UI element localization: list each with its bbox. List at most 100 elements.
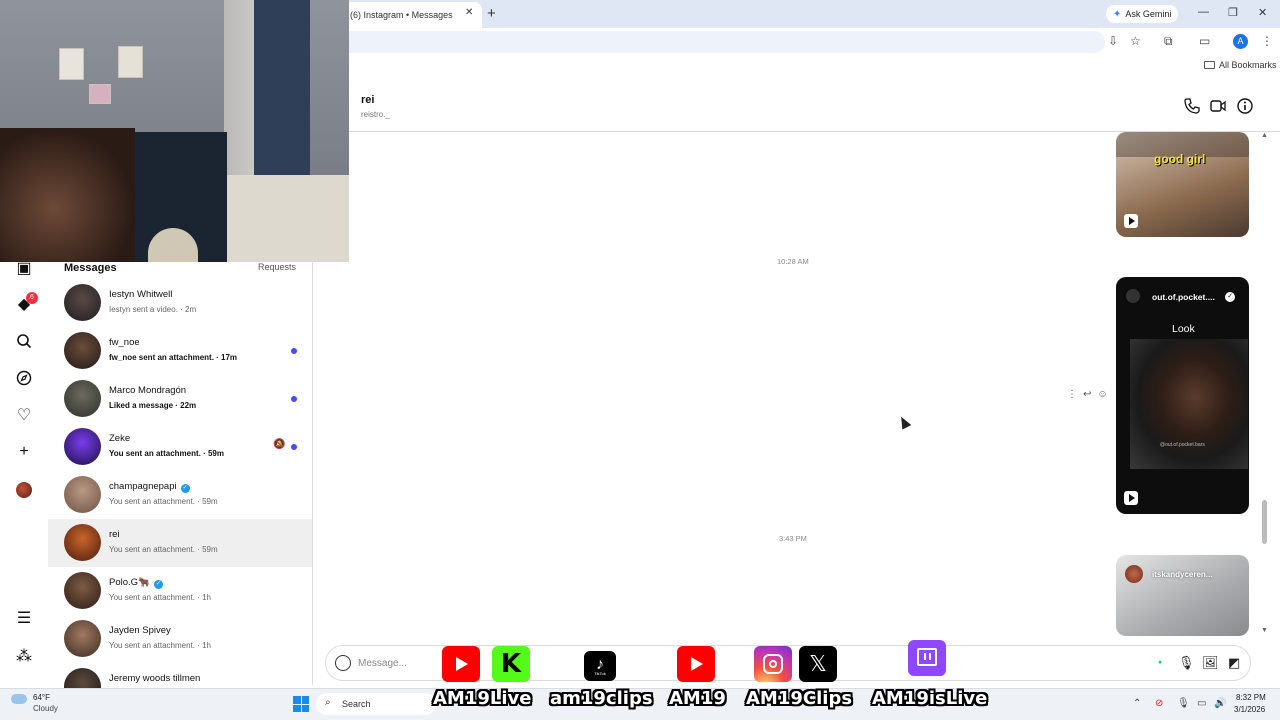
webcam-overlay xyxy=(0,0,349,262)
chat-scroll-thumb[interactable] xyxy=(1262,500,1267,544)
profile-avatar[interactable]: A xyxy=(1233,34,1248,49)
requests-link[interactable]: Requests xyxy=(258,262,296,272)
shared-reel-out-of-pocket[interactable]: out.of.pocket.... ✓ Look @out.of.pocket.… xyxy=(1116,277,1249,514)
weather-temperature[interactable]: 64°F xyxy=(33,693,50,702)
thread-item[interactable]: Polo.G🐂 ✓ You sent an attachment. · 1h xyxy=(48,567,312,615)
reel-watermark: @out.of.pocket.bars xyxy=(1160,442,1205,448)
search-icon[interactable] xyxy=(14,331,34,351)
unread-dot xyxy=(291,444,297,450)
all-bookmarks-button[interactable]: All Bookmarks xyxy=(1204,60,1277,70)
emoji-picker-icon[interactable] xyxy=(335,655,351,671)
thread-item[interactable]: Iestyn Whitwell Iestyn sent a video. · 2… xyxy=(48,279,312,327)
show-hidden-icons-icon[interactable]: ⌃ xyxy=(1133,698,1141,709)
minimize-icon[interactable]: — xyxy=(1198,6,1209,18)
security-icon[interactable]: ⊘ xyxy=(1155,698,1163,709)
install-app-icon[interactable]: ⇩ xyxy=(1108,34,1118,48)
sticker-icon[interactable]: ◩ xyxy=(1228,655,1240,671)
clock-time[interactable]: 8:32 PM xyxy=(1236,693,1266,702)
taskbar-search[interactable]: ⌕ Search xyxy=(316,693,436,715)
unread-dot xyxy=(291,348,297,354)
tiktok-wordmark: TikTok xyxy=(594,671,606,676)
thread-preview: You sent an attachment. · 59m xyxy=(109,545,218,554)
clock-date[interactable]: 3/1/2026 xyxy=(1234,705,1265,714)
browser-menu-icon[interactable]: ⋮ xyxy=(1261,34,1273,48)
profile-avatar-rail[interactable] xyxy=(16,482,32,498)
wall-frame xyxy=(59,48,84,80)
thread-preview: Liked a message · 22m xyxy=(109,401,197,410)
chat-scrollbar[interactable] xyxy=(1260,132,1268,637)
all-bookmarks-label: All Bookmarks xyxy=(1219,60,1277,70)
address-bar[interactable] xyxy=(330,31,1105,53)
create-plus-icon[interactable]: + xyxy=(14,442,34,462)
microphone-icon[interactable]: 🎙 xyxy=(1177,698,1190,709)
shared-reel-good-girl[interactable]: good girl xyxy=(1116,132,1249,237)
youtube2-handle-label: AM19 xyxy=(669,688,726,709)
thread-item[interactable]: Marco Mondragón Liked a message · 22m xyxy=(48,375,312,423)
thread-item[interactable]: Zeke You sent an attachment. · 59m 🔕 xyxy=(48,423,312,471)
thread-item[interactable]: fw_noe fw_noe sent an attachment. · 17m xyxy=(48,327,312,375)
network-icon[interactable]: ▭ xyxy=(1197,698,1206,709)
close-tab-icon[interactable]: ✕ xyxy=(465,7,473,18)
ask-gemini-button[interactable]: ✦ Ask Gemini xyxy=(1106,5,1179,23)
youtube-logo-icon xyxy=(442,646,480,682)
phone-call-icon[interactable] xyxy=(1183,97,1201,115)
shared-reel-itskandyce[interactable]: itskandyceren... xyxy=(1116,555,1249,636)
chat-contact-username: reistro._ xyxy=(361,110,390,119)
unread-dot xyxy=(291,396,297,402)
thread-name: Jeremy woods tillmen xyxy=(109,673,201,684)
youtube-play-glyph xyxy=(691,657,703,671)
new-tab-button[interactable]: + xyxy=(487,5,496,22)
window-close-icon[interactable]: ✕ xyxy=(1258,6,1267,19)
bookmark-star-icon[interactable]: ☆ xyxy=(1130,34,1141,48)
avatar xyxy=(64,380,101,417)
thread-item[interactable]: Jeremy woods tillmen xyxy=(48,663,312,688)
avatar xyxy=(64,428,101,465)
thread-preview: You sent an attachment. · 59m xyxy=(109,497,218,506)
scroll-up-icon[interactable]: ▲ xyxy=(1261,132,1268,139)
play-icon xyxy=(1124,491,1138,505)
reel-account-name: itskandyceren... xyxy=(1152,570,1213,579)
message-input[interactable]: Message... xyxy=(358,658,407,669)
tab-search-icon[interactable]: ▭ xyxy=(1199,34,1210,48)
tab-instagram-messages[interactable]: (6) Instagram • Messages xyxy=(344,2,482,28)
reel-account-name: out.of.pocket.... xyxy=(1152,292,1215,302)
windows-start-icon[interactable] xyxy=(293,696,309,712)
more-options-icon[interactable]: ⋮ xyxy=(1067,389,1077,400)
reel-caption: good girl xyxy=(1154,152,1206,166)
reply-icon[interactable]: ↩ xyxy=(1083,389,1091,400)
avatar xyxy=(64,620,101,657)
conversation-info-icon[interactable] xyxy=(1236,97,1254,115)
reel-account-avatar xyxy=(1125,565,1143,583)
scroll-down-icon[interactable]: ▼ xyxy=(1261,627,1268,634)
thread-item-active[interactable]: rei You sent an attachment. · 59m xyxy=(48,519,312,567)
notification-badge: 6 xyxy=(26,292,38,304)
chat-contact-name[interactable]: rei xyxy=(361,94,374,106)
meta-apps-icon[interactable]: ⁂ xyxy=(14,646,34,666)
react-emoji-icon[interactable]: ☺ xyxy=(1097,389,1107,400)
verified-badge-icon: ✓ xyxy=(1225,292,1235,302)
chat-header: rei reistro._ xyxy=(349,80,1280,132)
more-menu-icon[interactable]: ☰ xyxy=(14,608,34,628)
thread-name-text: Polo.G🐂 xyxy=(109,577,150,588)
verified-badge-icon: ✓ xyxy=(153,580,163,589)
restore-icon[interactable]: ❐ xyxy=(1228,6,1238,19)
explore-icon[interactable] xyxy=(14,368,34,388)
ask-gemini-label: Ask Gemini xyxy=(1125,9,1172,19)
add-photo-icon[interactable]: 🖼 xyxy=(1202,655,1219,671)
thread-preview: You sent an attachment. · 1h xyxy=(109,641,211,650)
thread-name: Zeke xyxy=(109,433,131,444)
notifications-heart-icon[interactable]: ♡ xyxy=(14,405,34,425)
avatar xyxy=(64,332,101,369)
weather-description[interactable]: Cloudy xyxy=(33,704,58,713)
voice-clip-icon[interactable]: 🎙 xyxy=(1178,655,1195,671)
extensions-icon[interactable]: ⧉ xyxy=(1164,34,1173,49)
video-call-icon[interactable] xyxy=(1209,97,1227,115)
search-icon: ⌕ xyxy=(325,697,331,708)
avatar xyxy=(64,668,101,688)
thread-item[interactable]: Jayden Spivey You sent an attachment. · … xyxy=(48,615,312,663)
thread-item[interactable]: champagnepapi ✓ You sent an attachment. ·… xyxy=(48,471,312,519)
volume-icon[interactable]: 🔊 xyxy=(1214,698,1226,709)
x-logo-icon: 𝕏 xyxy=(799,646,837,682)
reel-frame xyxy=(1130,339,1248,469)
thread-preview: You sent an attachment. · 1h xyxy=(109,593,211,602)
